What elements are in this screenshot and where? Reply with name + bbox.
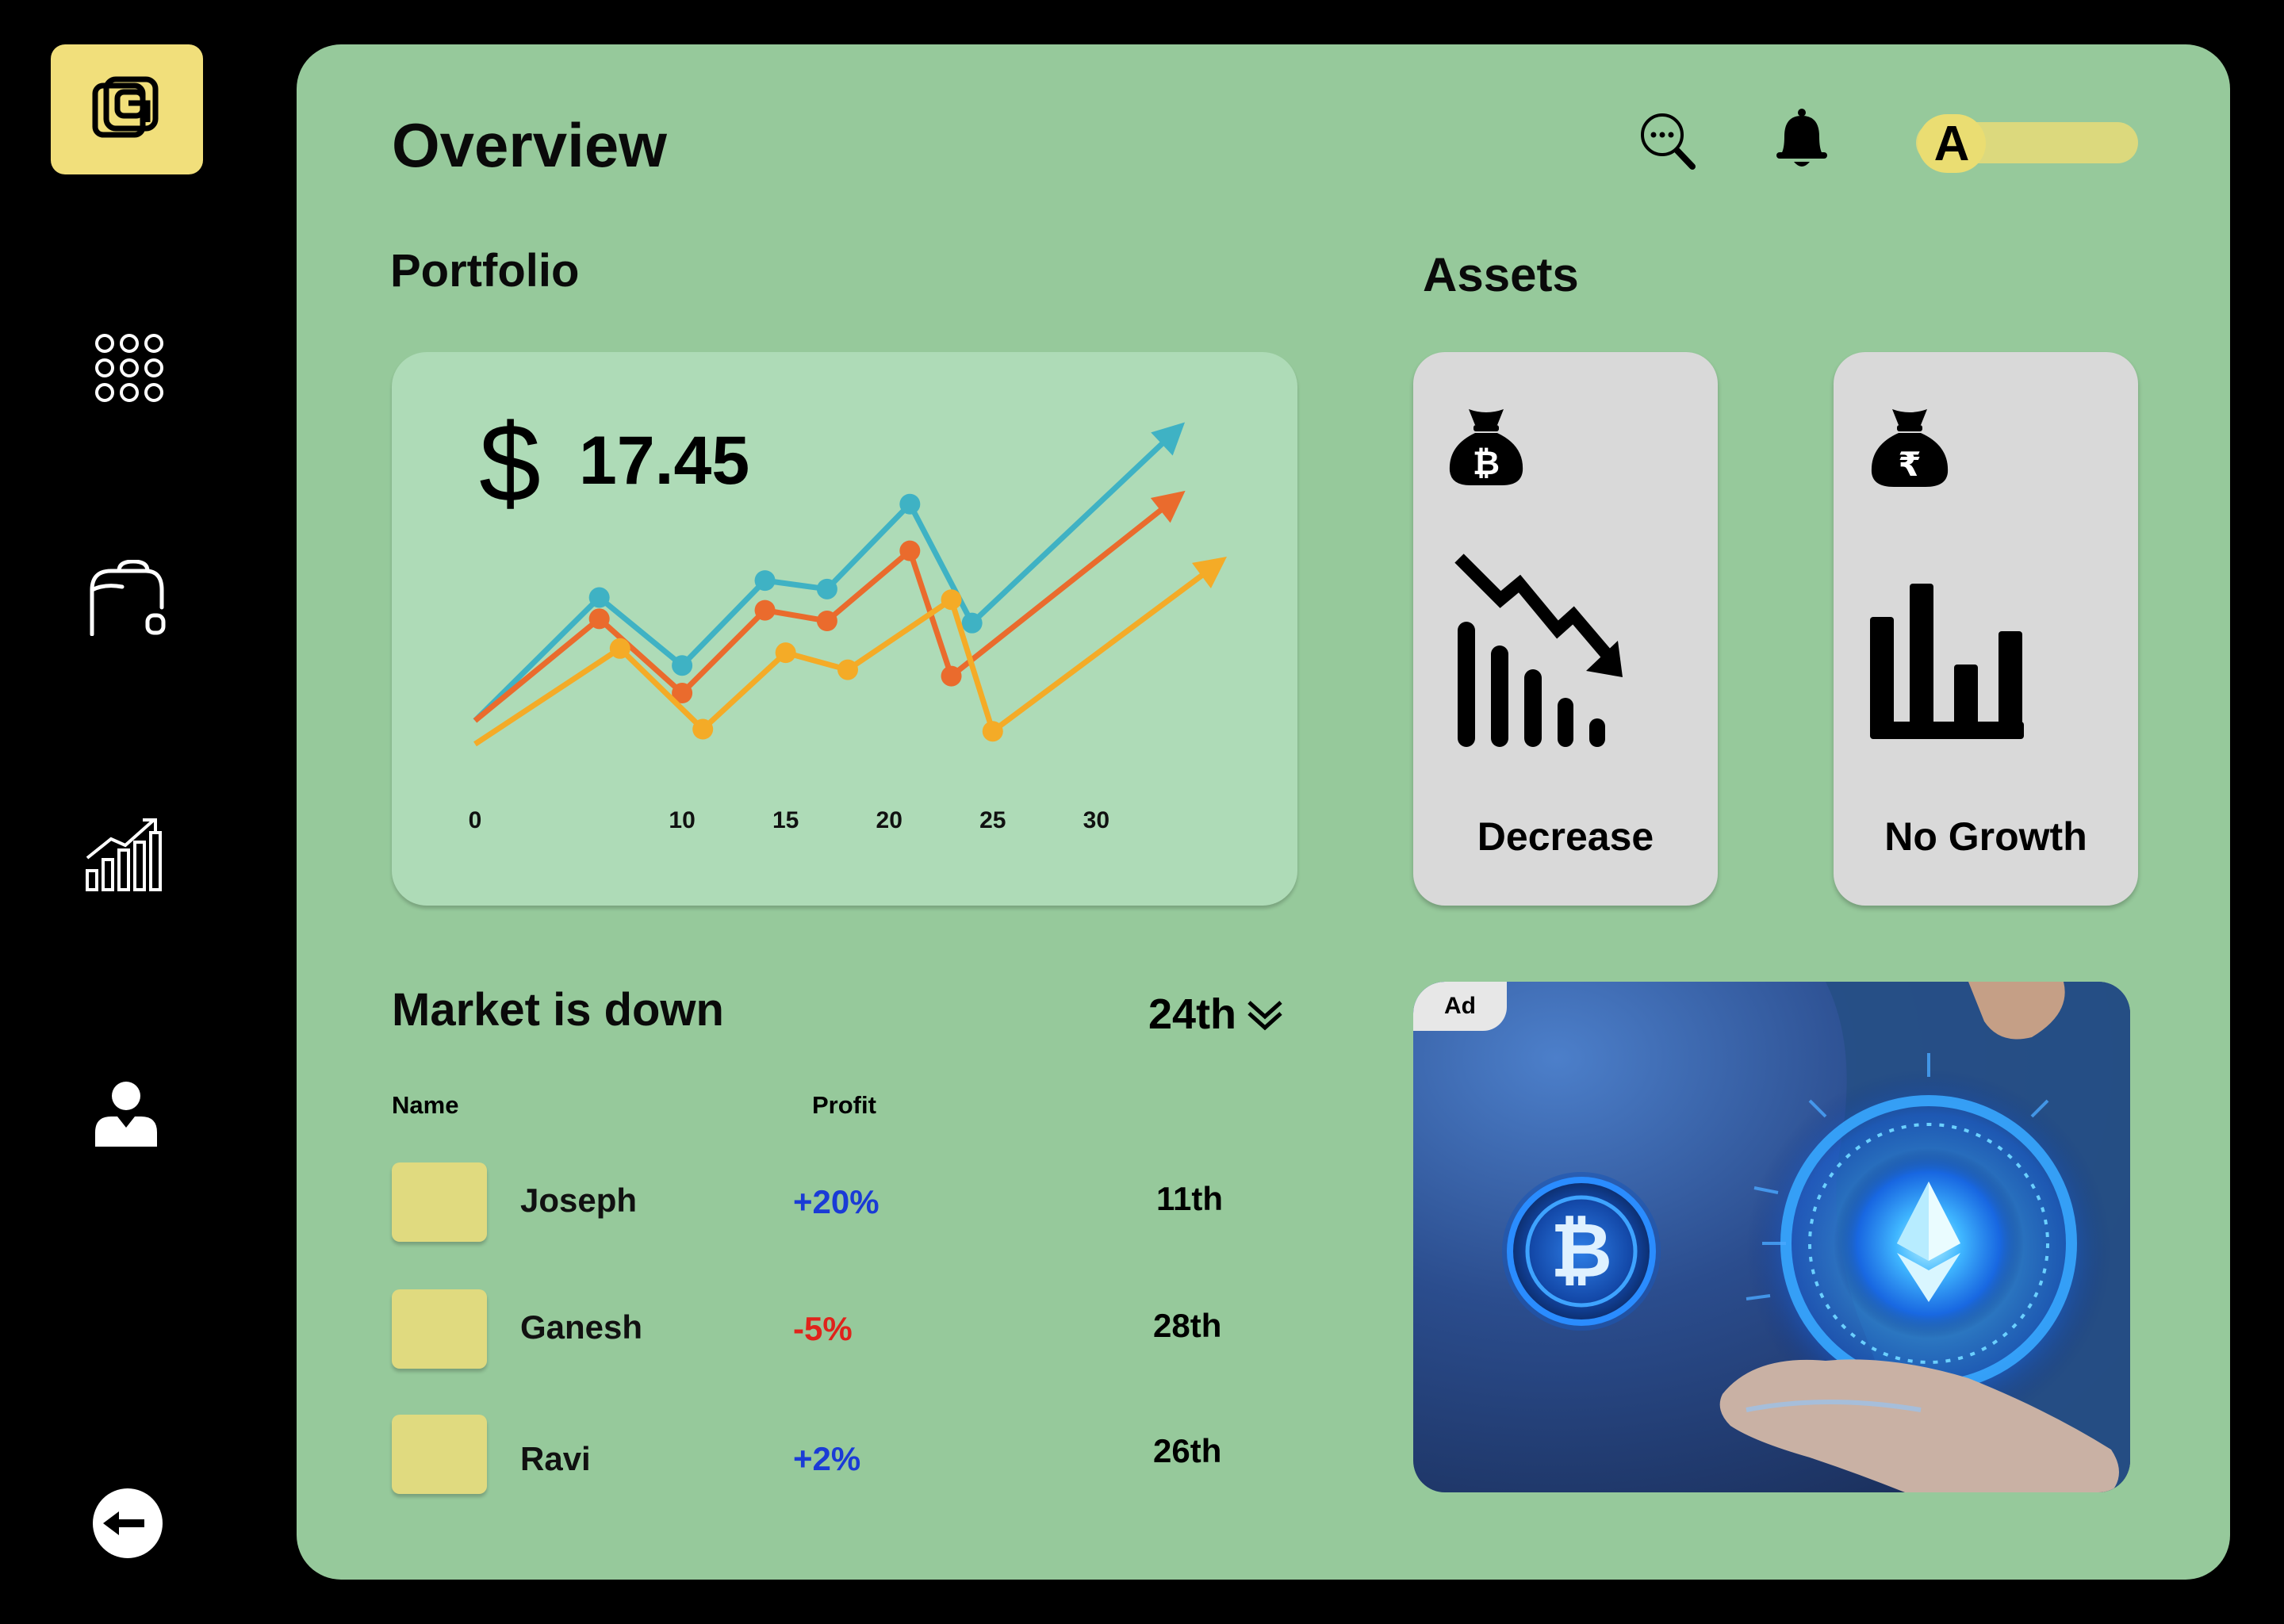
logout-button[interactable] bbox=[92, 1488, 163, 1559]
column-header-name: Name bbox=[392, 1091, 459, 1119]
data-point bbox=[692, 718, 714, 740]
portfolio-line-chart: 0 10 15 20 25 30 bbox=[469, 422, 1228, 833]
row-profit: +20% bbox=[793, 1183, 879, 1220]
grid-dots-icon bbox=[95, 334, 163, 402]
asset-label: Decrease bbox=[1477, 814, 1654, 859]
declining-bars-icon bbox=[1454, 553, 1623, 747]
double-chevron-down-icon bbox=[1247, 1001, 1282, 1031]
page-title: Overview bbox=[392, 110, 667, 180]
portfolio-card: $ 17.45 0 10 15 20 25 30 bbox=[392, 352, 1297, 906]
data-point bbox=[941, 589, 962, 611]
row-date: 28th bbox=[1153, 1307, 1222, 1344]
x-tick-label: 15 bbox=[772, 807, 799, 833]
portfolio-title: Portfolio bbox=[390, 245, 580, 297]
logo-icon bbox=[92, 76, 159, 138]
x-tick-label: 25 bbox=[979, 807, 1006, 833]
data-point bbox=[982, 721, 1003, 742]
row-profit: +2% bbox=[793, 1440, 861, 1477]
bitcoin-money-bag-icon: ₿ bbox=[1449, 409, 1523, 485]
row-date: 26th bbox=[1153, 1432, 1222, 1469]
date-filter-label: 24th bbox=[1148, 990, 1237, 1038]
data-point bbox=[588, 608, 610, 630]
table-row[interactable]: Joseph +20% 11th bbox=[392, 1162, 1264, 1242]
user-icon bbox=[95, 1082, 157, 1147]
rupee-money-bag-icon: ₹ bbox=[1871, 409, 1949, 487]
avatar[interactable]: A bbox=[1918, 114, 1986, 173]
search-icon bbox=[1641, 113, 1696, 170]
nav-analytics[interactable] bbox=[84, 815, 163, 891]
series-line-2 bbox=[473, 559, 1223, 747]
data-point bbox=[754, 570, 776, 592]
date-filter-dropdown[interactable]: 24th bbox=[1148, 990, 1284, 1039]
main-panel: Overview A Portfolio $ 17.45 0 10 15 20 25 30 bbox=[297, 44, 2230, 1580]
back-arrow-icon bbox=[93, 1488, 163, 1558]
row-date: 11th bbox=[1156, 1180, 1224, 1217]
asset-card-decrease[interactable]: ₿ Decrease bbox=[1413, 352, 1718, 906]
sidebar bbox=[0, 0, 262, 1624]
market-title: Market is down bbox=[392, 984, 724, 1036]
avatar-placeholder bbox=[392, 1289, 487, 1369]
data-point bbox=[816, 578, 837, 599]
row-name: Ravi bbox=[520, 1440, 591, 1477]
svg-text:₿: ₿ bbox=[1550, 1206, 1612, 1295]
x-tick-label: 20 bbox=[876, 807, 902, 833]
ad-banner[interactable]: ₿ Ad bbox=[1413, 982, 2130, 1492]
data-point bbox=[588, 587, 610, 608]
nav-apps[interactable] bbox=[94, 331, 165, 404]
data-point bbox=[754, 599, 776, 621]
search-button[interactable] bbox=[1638, 111, 1696, 171]
x-tick-label: 30 bbox=[1083, 807, 1109, 833]
asset-label: No Growth bbox=[1884, 814, 2087, 859]
flat-bars-icon bbox=[1870, 584, 2024, 739]
data-point bbox=[609, 638, 630, 659]
crypto-ad-illustration: ₿ bbox=[1502, 982, 2130, 1492]
series-arrowhead bbox=[1150, 490, 1186, 523]
data-point bbox=[816, 611, 837, 631]
nav-wallet[interactable] bbox=[87, 560, 167, 636]
avatar-placeholder bbox=[392, 1415, 487, 1494]
row-name: Ganesh bbox=[520, 1308, 643, 1346]
bell-icon bbox=[1776, 109, 1827, 167]
x-tick-label: 0 bbox=[469, 807, 482, 833]
data-point bbox=[961, 612, 983, 634]
column-header-profit: Profit bbox=[812, 1091, 876, 1119]
ad-badge: Ad bbox=[1413, 982, 1507, 1031]
data-point bbox=[899, 540, 921, 561]
avatar-placeholder bbox=[392, 1162, 487, 1242]
data-point bbox=[899, 493, 921, 515]
assets-title: Assets bbox=[1423, 248, 1579, 301]
svg-text:₿: ₿ bbox=[1473, 443, 1500, 482]
app-logo[interactable] bbox=[51, 44, 203, 174]
app-frame: Overview A Portfolio $ 17.45 0 10 15 20 25 30 bbox=[0, 0, 2284, 1624]
table-row[interactable]: Ganesh -5% 28th bbox=[392, 1289, 1264, 1369]
asset-card-no-growth[interactable]: ₹ No Growth bbox=[1834, 352, 2138, 906]
notifications-button[interactable] bbox=[1775, 108, 1829, 170]
series-arrowhead bbox=[1191, 557, 1228, 588]
bar-chart-up-icon bbox=[86, 818, 162, 891]
data-point bbox=[672, 655, 693, 676]
data-point bbox=[837, 659, 858, 680]
nav-profile[interactable] bbox=[94, 1078, 159, 1147]
data-point bbox=[941, 665, 962, 687]
table-row[interactable]: Ravi +2% 26th bbox=[392, 1415, 1264, 1494]
row-name: Joseph bbox=[520, 1182, 638, 1219]
data-point bbox=[775, 642, 796, 664]
row-profit: -5% bbox=[793, 1310, 853, 1347]
svg-text:₹: ₹ bbox=[1898, 445, 1921, 484]
x-tick-label: 10 bbox=[669, 807, 695, 833]
wallet-icon bbox=[90, 560, 166, 636]
